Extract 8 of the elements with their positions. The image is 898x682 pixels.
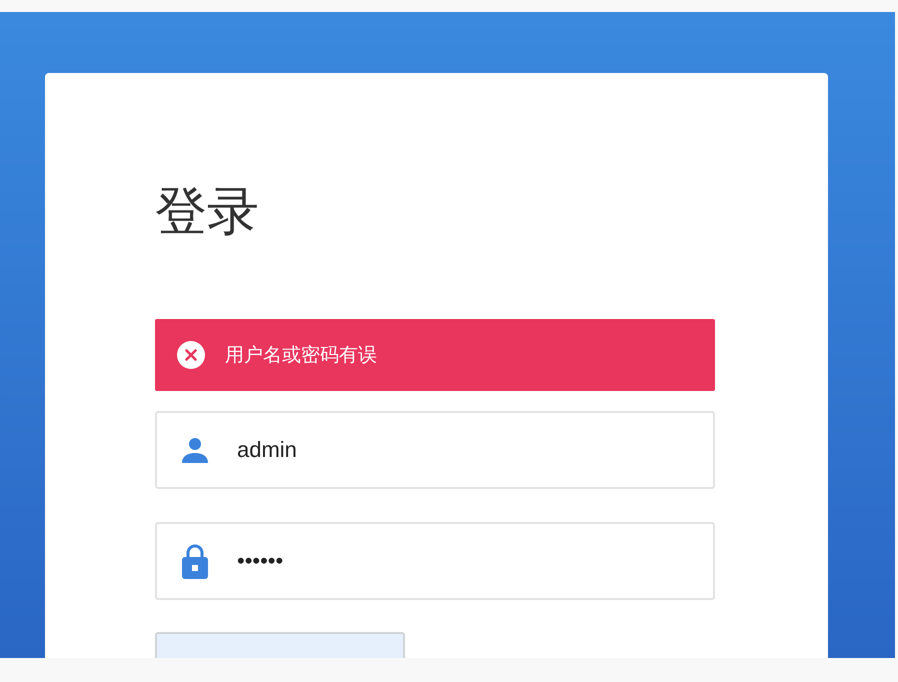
login-title: 登录	[155, 181, 260, 244]
username-field[interactable]: admin	[155, 411, 715, 490]
lock-icon	[181, 543, 209, 580]
error-icon	[177, 341, 205, 370]
password-field[interactable]: ••••••	[155, 522, 715, 600]
login-button[interactable]	[155, 632, 405, 658]
error-alert: 用户名或密码有误	[155, 319, 715, 392]
user-icon	[181, 436, 209, 464]
